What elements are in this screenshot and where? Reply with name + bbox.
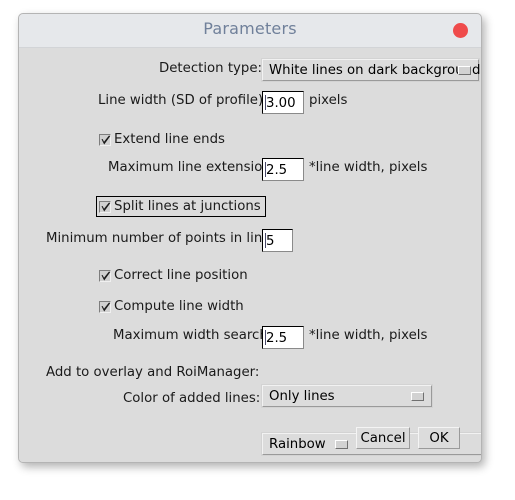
min-points-input[interactable]: 5 xyxy=(262,229,293,252)
line-width-input[interactable]: 3.00 xyxy=(262,91,304,114)
min-points-row: Minimum number of points in line xyxy=(46,231,270,246)
line-width-label: Line width (SD of profile) xyxy=(98,93,264,108)
extend-line-ends-checkbox[interactable]: Extend line ends xyxy=(99,132,225,147)
add-to-overlay-value: Only lines xyxy=(269,388,335,404)
dropdown-arrow-icon xyxy=(458,66,471,75)
correct-line-position-label: Correct line position xyxy=(114,268,248,283)
detection-type-select[interactable]: White lines on dark background xyxy=(262,59,481,81)
detection-type-value: White lines on dark background xyxy=(269,62,481,78)
add-to-overlay-select[interactable]: Only lines xyxy=(262,385,432,407)
compute-line-width-label: Compute line width xyxy=(114,299,244,314)
correct-line-position-checkbox[interactable]: Correct line position xyxy=(99,268,248,283)
line-width-unit: pixels xyxy=(309,93,348,108)
max-line-extension-unit: *line width, pixels xyxy=(309,160,428,175)
add-to-overlay-label: Add to overlay and RoiManager: xyxy=(46,365,260,380)
max-line-extension-label: Maximum line extension xyxy=(108,160,271,175)
color-of-lines-value: Rainbow xyxy=(269,436,326,452)
parameters-dialog: Parameters Detection type: White lines o… xyxy=(18,13,482,463)
split-lines-checkbox[interactable]: Split lines at junctions xyxy=(96,196,266,217)
checkmark-icon xyxy=(99,200,111,213)
cancel-button[interactable]: Cancel xyxy=(356,427,410,449)
max-width-search-row: Maximum width search xyxy=(113,328,268,343)
color-of-lines-row: Color of added lines: xyxy=(123,391,260,406)
max-line-extension-input[interactable]: 2.5 xyxy=(262,158,304,181)
line-width-row: Line width (SD of profile) xyxy=(98,93,263,108)
close-circle-icon[interactable] xyxy=(453,23,468,38)
line-width-unit-row: pixels xyxy=(309,93,347,108)
add-to-overlay-row: Add to overlay and RoiManager: xyxy=(46,365,259,380)
min-points-label: Minimum number of points in line xyxy=(46,231,271,246)
dialog-content: Detection type: White lines on dark back… xyxy=(19,48,481,462)
compute-line-width-checkbox[interactable]: Compute line width xyxy=(99,299,244,314)
checkmark-icon xyxy=(99,300,111,313)
max-line-extension-row: Maximum line extension xyxy=(108,160,271,175)
split-lines-label: Split lines at junctions xyxy=(114,199,261,214)
detection-type-label: Detection type: xyxy=(159,61,263,76)
checkmark-icon xyxy=(99,133,111,146)
color-of-lines-label: Color of added lines: xyxy=(123,391,261,406)
max-width-search-label: Maximum width search xyxy=(113,328,268,343)
dropdown-arrow-icon xyxy=(411,392,424,401)
ok-button[interactable]: OK xyxy=(418,427,460,449)
max-width-search-unit: *line width, pixels xyxy=(309,328,428,343)
max-line-extension-unit-row: *line width, pixels xyxy=(309,160,427,175)
dialog-titlebar: Parameters xyxy=(19,14,481,48)
dropdown-arrow-icon xyxy=(334,439,348,449)
extend-line-ends-label: Extend line ends xyxy=(114,132,225,147)
max-width-search-input[interactable]: 2.5 xyxy=(262,326,304,349)
max-width-search-unit-row: *line width, pixels xyxy=(309,328,427,343)
dialog-title: Parameters xyxy=(203,19,297,38)
checkmark-icon xyxy=(99,269,111,282)
detection-type-row: Detection type: xyxy=(159,61,262,76)
